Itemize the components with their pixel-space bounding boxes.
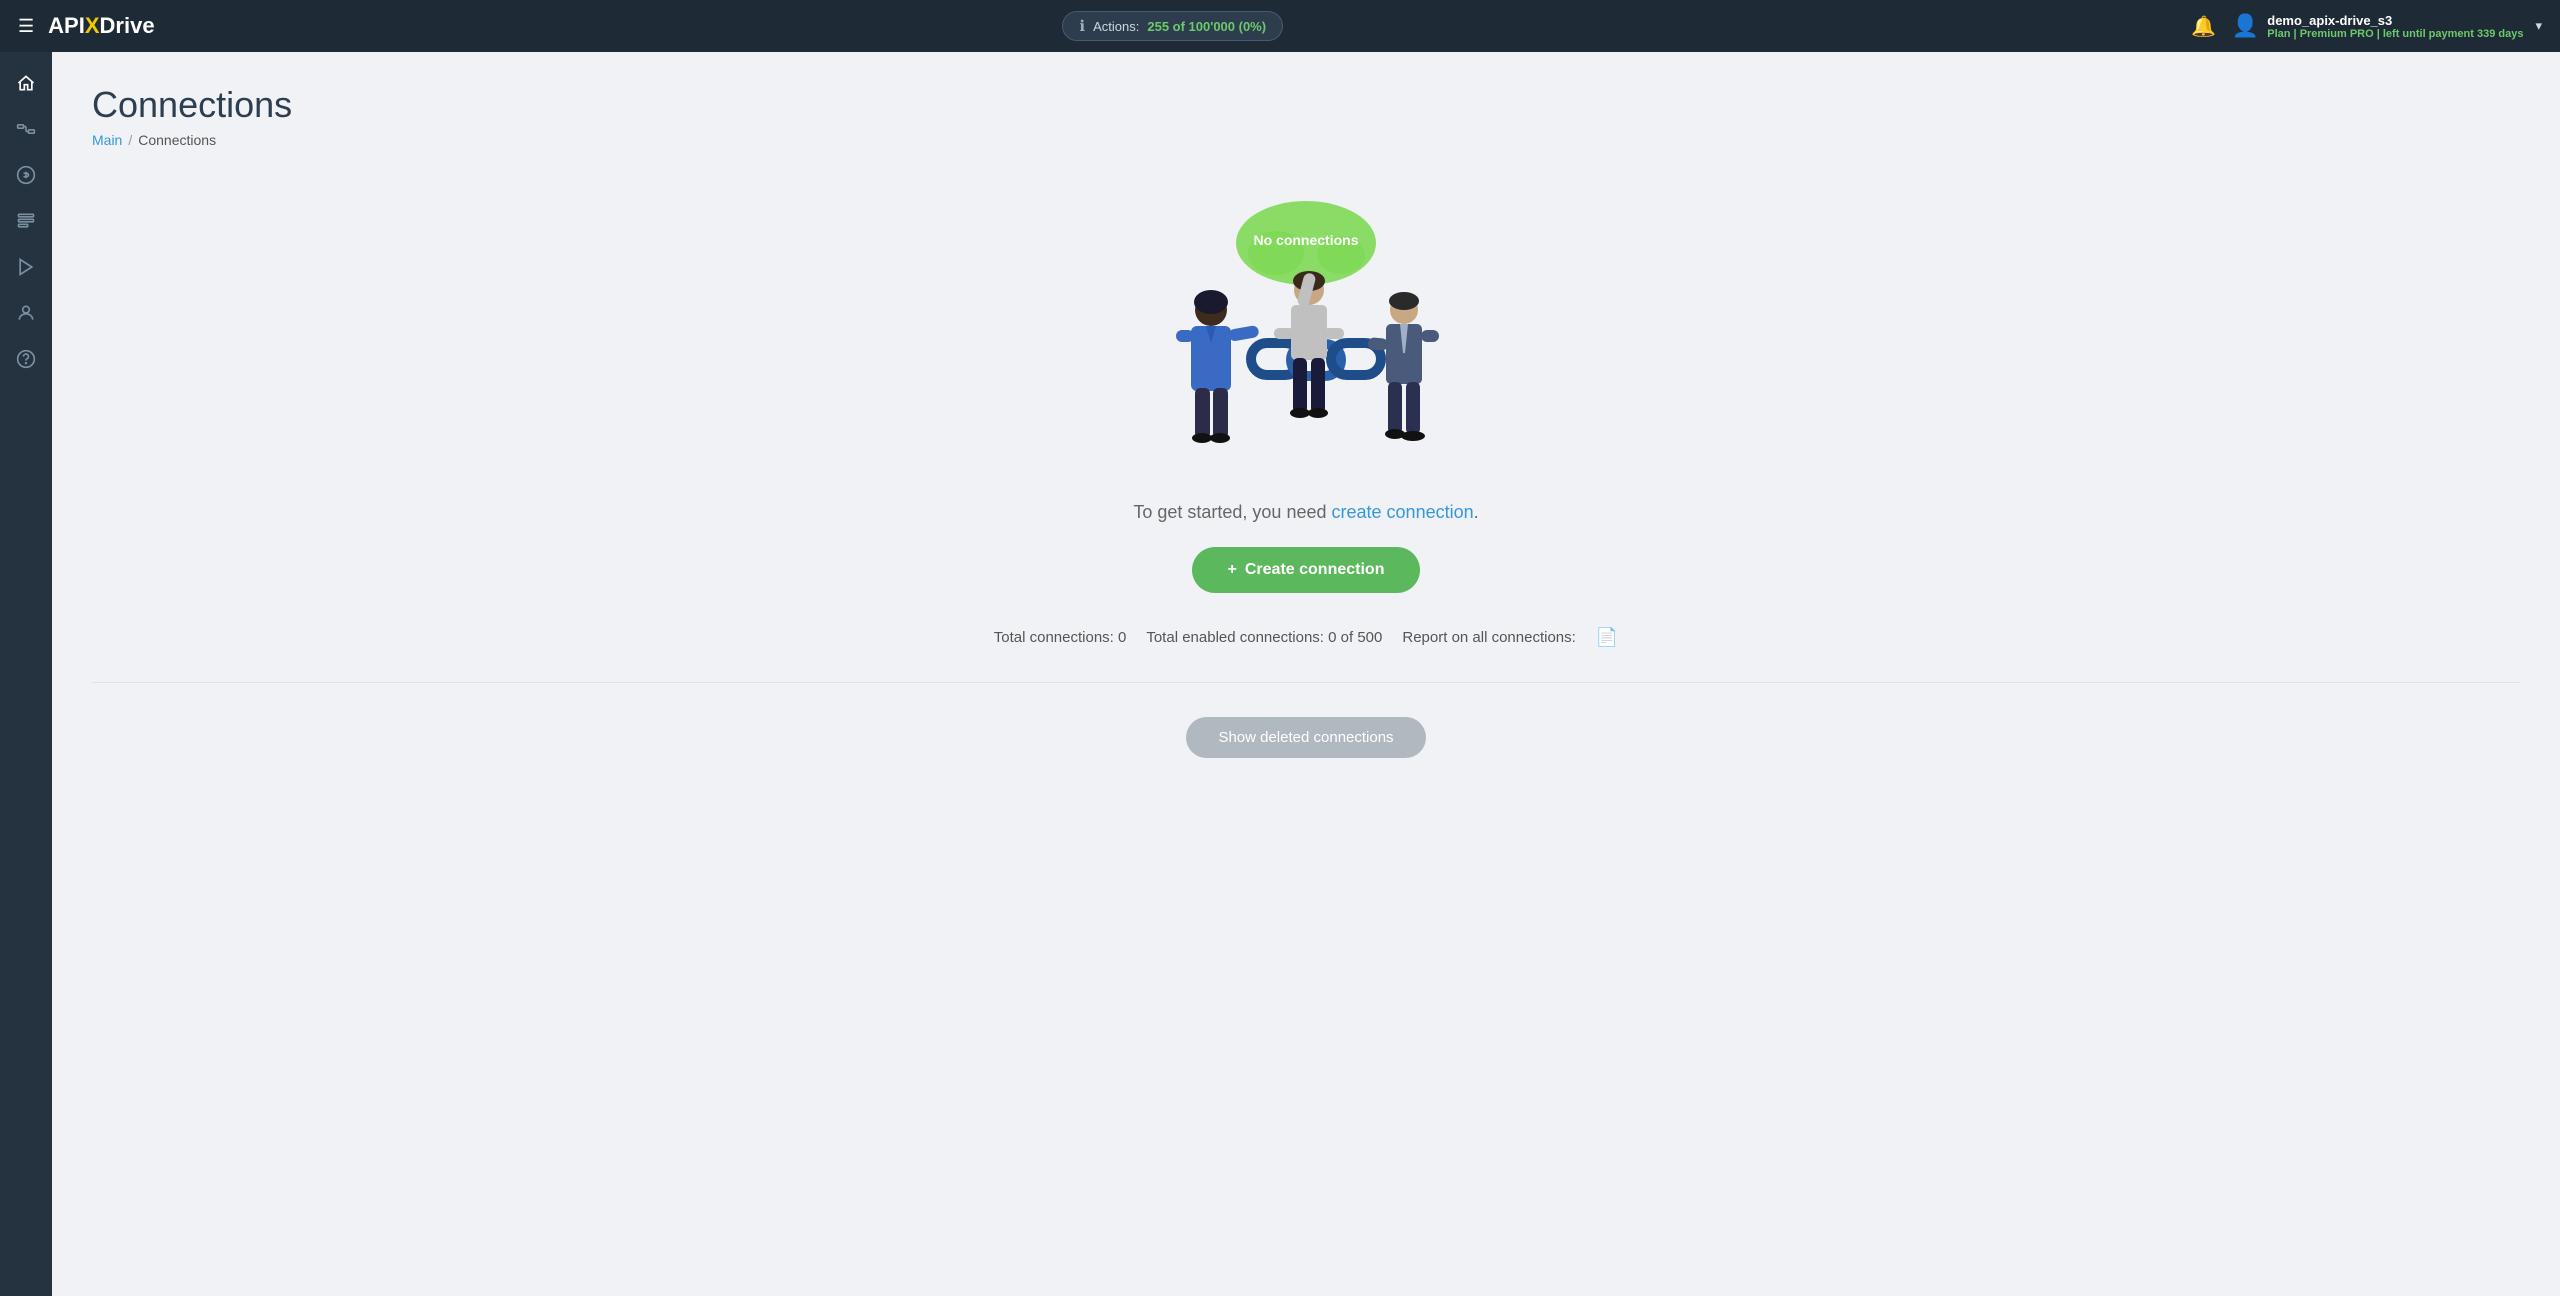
main-content: Connections Main / Connections No xyxy=(52,52,2560,1296)
chevron-down-icon: ▾ xyxy=(2535,18,2542,34)
topnav-left: ☰ APIXDrive .logo-wrap-line { display:bl… xyxy=(18,13,155,39)
center-area: No connections xyxy=(92,188,2520,758)
show-deleted-connections-button[interactable]: Show deleted connections xyxy=(1186,717,1425,758)
create-connection-button[interactable]: + Create connection xyxy=(1192,547,1421,593)
logo: APIXDrive .logo-wrap-line { display:bloc… xyxy=(48,13,154,39)
divider xyxy=(92,682,2520,683)
sidebar-item-video[interactable] xyxy=(5,246,47,288)
total-connections-label: Total connections: 0 xyxy=(994,629,1127,646)
report-icon[interactable]: 📄 xyxy=(1596,627,1618,648)
actions-badge: ℹ Actions: 255 of 100'000 (0%) xyxy=(1062,11,1283,41)
bell-icon[interactable]: 🔔 xyxy=(2191,14,2216,39)
sidebar-item-connections[interactable] xyxy=(5,108,47,150)
show-deleted-label: Show deleted connections xyxy=(1218,729,1393,746)
stats-row: Total connections: 0 Total enabled conne… xyxy=(994,627,1618,648)
breadcrumb-current: Connections xyxy=(138,132,216,148)
create-btn-label: Create connection xyxy=(1245,561,1385,579)
sidebar-item-help[interactable] xyxy=(5,338,47,380)
svg-text:No connections: No connections xyxy=(1253,232,1358,248)
user-info[interactable]: 👤 demo_apix-drive_s3 Plan | Premium PRO … xyxy=(2232,13,2542,40)
create-btn-icon: + xyxy=(1228,561,1237,579)
cta-text-before: To get started, you need xyxy=(1133,502,1326,522)
sidebar-item-home[interactable] xyxy=(5,62,47,104)
topnav-center: ℹ Actions: 255 of 100'000 (0%) xyxy=(155,11,2191,41)
page-title: Connections xyxy=(92,84,2520,126)
report-label: Report on all connections: xyxy=(1402,629,1575,646)
logo-api: API xyxy=(48,13,85,39)
sidebar-item-tools[interactable] xyxy=(5,200,47,242)
info-icon: ℹ xyxy=(1079,17,1085,35)
actions-count: 255 of 100'000 (0%) xyxy=(1147,19,1266,34)
user-plan: Plan | Premium PRO | left until payment … xyxy=(2267,28,2523,40)
layout: Connections Main / Connections No xyxy=(0,52,2560,1296)
cta-text-after: . xyxy=(1474,502,1479,522)
user-details: demo_apix-drive_s3 Plan | Premium PRO | … xyxy=(2267,13,2523,40)
user-avatar-icon: 👤 xyxy=(2232,13,2259,39)
logo-drive: Drive xyxy=(100,13,155,39)
cta-link[interactable]: create connection xyxy=(1332,502,1474,522)
cta-text: To get started, you need create connecti… xyxy=(1133,502,1478,523)
user-name: demo_apix-drive_s3 xyxy=(2267,13,2523,28)
topnav: ☰ APIXDrive .logo-wrap-line { display:bl… xyxy=(0,0,2560,52)
illustration-svg: No connections xyxy=(1116,188,1496,478)
breadcrumb: Main / Connections xyxy=(92,132,2520,148)
illustration: No connections xyxy=(1116,188,1496,478)
sidebar-item-billing[interactable] xyxy=(5,154,47,196)
breadcrumb-main-link[interactable]: Main xyxy=(92,132,122,148)
topnav-right: 🔔 👤 demo_apix-drive_s3 Plan | Premium PR… xyxy=(2191,13,2542,40)
hamburger-icon[interactable]: ☰ xyxy=(18,16,34,37)
total-enabled-connections-label: Total enabled connections: 0 of 500 xyxy=(1146,629,1382,646)
sidebar-item-profile[interactable] xyxy=(5,292,47,334)
actions-label: Actions: xyxy=(1093,19,1139,34)
sidebar xyxy=(0,52,52,1296)
logo-x: X xyxy=(85,13,100,39)
breadcrumb-separator: / xyxy=(128,132,132,148)
